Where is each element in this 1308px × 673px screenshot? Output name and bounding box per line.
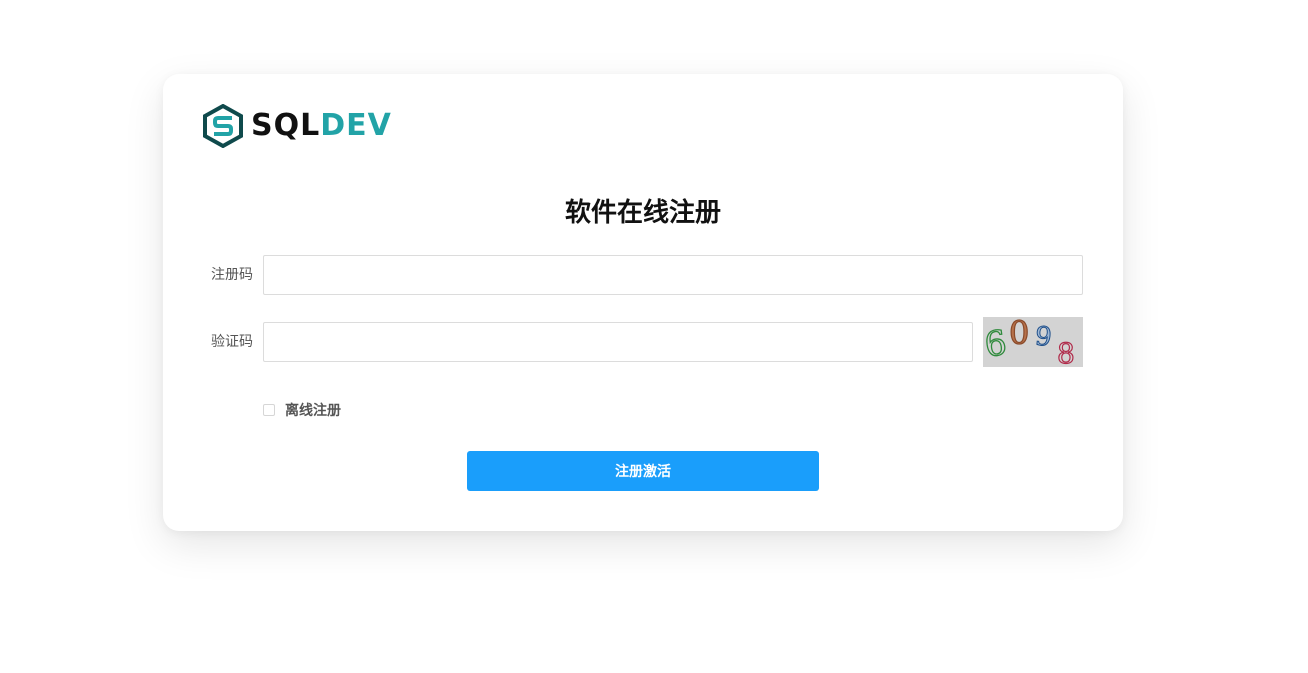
sqldev-logo-icon [203, 104, 243, 148]
logo-text-sql: SQL [251, 108, 321, 143]
reg-code-input[interactable] [263, 255, 1083, 295]
page-title: 软件在线注册 [564, 198, 721, 228]
captcha-char-1: 6 [983, 323, 1009, 366]
captcha-glyphs: 6 0 9 8 [982, 313, 1076, 370]
captcha-char-2: 0 [1009, 317, 1029, 352]
offline-register-option[interactable]: 离线注册 [263, 400, 341, 420]
reg-code-label: 注册码 [211, 267, 253, 283]
registration-card: SQLDEV 软件在线注册 注册码 验证码 6 0 9 8 离线注册 注册激活 [163, 74, 1123, 531]
offline-register-checkbox[interactable] [263, 404, 275, 416]
captcha-char-3: 9 [1033, 321, 1053, 353]
register-activate-button[interactable]: 注册激活 [467, 451, 819, 491]
logo: SQLDEV [203, 104, 392, 148]
logo-text: SQLDEV [251, 104, 392, 148]
captcha-image[interactable]: 6 0 9 8 [982, 313, 1083, 371]
offline-register-label: 离线注册 [285, 403, 341, 419]
captcha-char-4: 8 [1057, 337, 1075, 367]
logo-text-dev: DEV [320, 108, 392, 143]
captcha-label: 验证码 [211, 334, 253, 350]
captcha-input[interactable] [263, 322, 973, 362]
